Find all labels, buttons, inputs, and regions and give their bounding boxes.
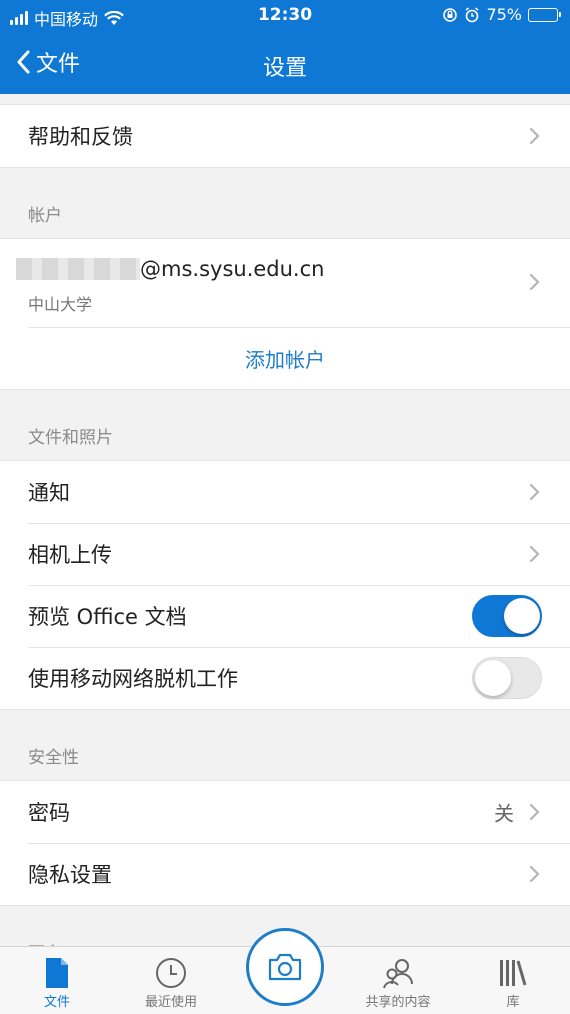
header: 中国移动 12:30 75% 文件 设置 [0, 0, 570, 94]
toggle-knob [504, 598, 540, 634]
privacy-row[interactable]: 隐私设置 [0, 843, 570, 905]
tab-files-label: 文件 [43, 995, 70, 1010]
chevron-right-icon [529, 483, 540, 501]
files-section-header: 文件和照片 [28, 428, 113, 448]
offline-mobile-toggle[interactable] [472, 657, 542, 699]
offline-mobile-label: 使用移动网络脱机工作 [28, 667, 238, 691]
tab-library[interactable]: 库 [458, 955, 568, 1010]
help-feedback-row[interactable]: 帮助和反馈 [0, 105, 570, 167]
status-right: 75% [442, 5, 561, 24]
chevron-right-icon [529, 273, 540, 291]
battery-icon [528, 7, 561, 22]
passcode-label: 密码 [28, 801, 70, 825]
tab-library-label: 库 [506, 995, 520, 1010]
people-icon [383, 959, 413, 989]
add-account-button[interactable]: 添加帐户 [0, 327, 570, 389]
library-icon [500, 960, 527, 986]
offline-mobile-row: 使用移动网络脱机工作 [0, 647, 570, 709]
help-feedback-label: 帮助和反馈 [28, 125, 133, 149]
notifications-label: 通知 [28, 481, 70, 505]
clock-icon [156, 958, 186, 988]
tab-recent-label: 最近使用 [144, 995, 197, 1010]
status-bar: 中国移动 12:30 75% [0, 0, 570, 30]
help-group: 帮助和反馈 [0, 104, 570, 168]
account-section-header: 帐户 [28, 206, 62, 226]
tab-files[interactable]: 文件 [2, 955, 112, 1010]
redacted-username [16, 258, 140, 280]
camera-upload-label: 相机上传 [28, 543, 112, 567]
security-section-header: 安全性 [28, 748, 79, 768]
passcode-row[interactable]: 密码 关 [0, 781, 570, 843]
toggle-knob [475, 660, 511, 696]
rotation-lock-icon [443, 7, 458, 22]
document-icon [46, 958, 68, 988]
chevron-right-icon [529, 545, 540, 563]
account-organization: 中山大学 [28, 295, 93, 314]
preview-office-label: 预览 Office 文档 [28, 605, 187, 629]
tab-recent[interactable]: 最近使用 [116, 955, 226, 1010]
chevron-right-icon [529, 803, 540, 821]
preview-office-toggle[interactable] [472, 595, 542, 637]
settings-list[interactable]: 帮助和反馈 帐户 @ms.sysu.edu.cn 中山大学 添加帐户 文件和照片… [0, 94, 570, 946]
tab-shared[interactable]: 共享的内容 [343, 955, 453, 1010]
tab-shared-label: 共享的内容 [365, 995, 431, 1010]
chevron-right-icon [529, 127, 540, 145]
privacy-label: 隐私设置 [28, 863, 112, 887]
alarm-icon [465, 6, 479, 22]
passcode-value: 关 [494, 801, 514, 826]
camera-button[interactable] [246, 928, 324, 1006]
camera-icon [268, 953, 302, 981]
camera-upload-row[interactable]: 相机上传 [0, 523, 570, 585]
security-group: 密码 关 隐私设置 [0, 780, 570, 906]
preview-office-row: 预览 Office 文档 [0, 585, 570, 647]
battery-label: 75% [486, 5, 522, 24]
notifications-row[interactable]: 通知 [0, 461, 570, 523]
account-email-domain: @ms.sysu.edu.cn [140, 257, 325, 281]
account-email: @ms.sysu.edu.cn [16, 257, 324, 281]
page-title: 设置 [262, 56, 307, 81]
files-group: 通知 相机上传 预览 Office 文档 使用移动网络脱机工作 [0, 460, 570, 710]
account-row[interactable]: @ms.sysu.edu.cn 中山大学 [0, 239, 570, 327]
nav-bar: 文件 设置 [0, 34, 570, 94]
account-group: @ms.sysu.edu.cn 中山大学 添加帐户 [0, 238, 570, 390]
chevron-right-icon [529, 865, 540, 883]
